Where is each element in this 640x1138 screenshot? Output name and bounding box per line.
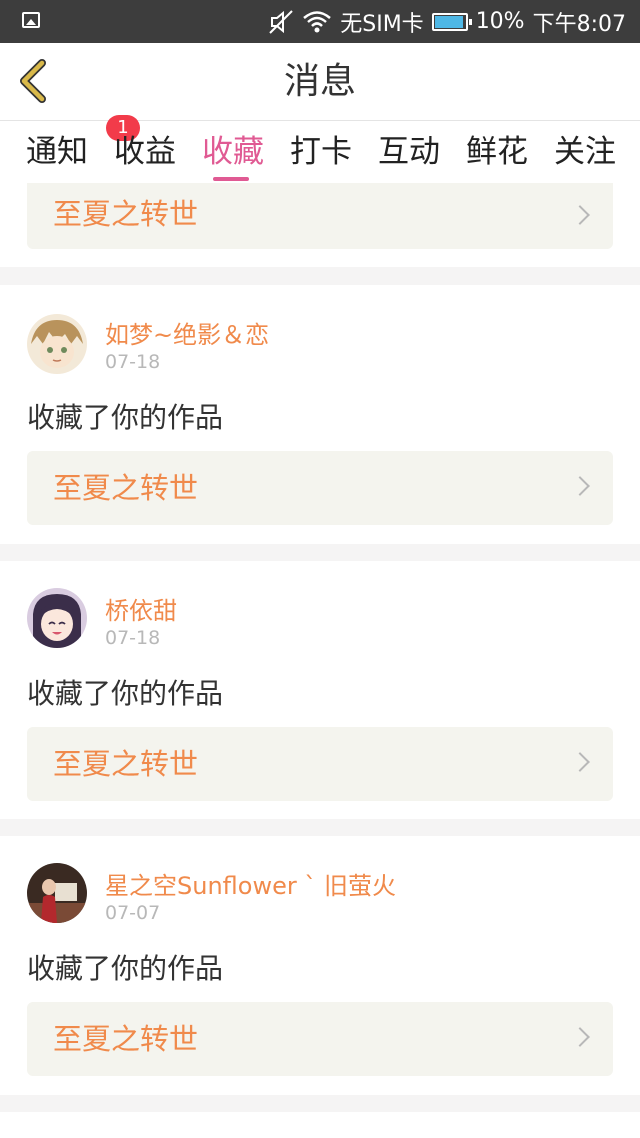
wifi-icon — [303, 10, 332, 32]
battery-icon — [431, 12, 472, 31]
no-sim-text: 无SIM卡 — [340, 11, 424, 37]
tab-checkin[interactable]: 打卡 — [290, 121, 352, 183]
username[interactable]: 如梦~绝影＆恋 — [105, 315, 269, 350]
active-tab-indicator — [213, 177, 249, 181]
tab-notifications[interactable]: 通知 1 — [26, 115, 140, 183]
username[interactable]: 桥依甜 — [105, 591, 177, 626]
tab-label: 互动 — [378, 134, 440, 170]
page-title: 消息 — [283, 61, 356, 102]
battery-percent: 10% — [475, 9, 525, 34]
work-link[interactable]: 至夏之转世 — [27, 727, 613, 801]
mute-icon — [269, 9, 293, 34]
timestamp: 07-18 — [105, 627, 161, 649]
tab-label: 关注 — [554, 134, 616, 170]
avatar[interactable] — [27, 314, 87, 374]
work-link[interactable]: 至夏之转世 — [27, 1002, 613, 1076]
action-text: 收藏了你的作品 — [27, 401, 224, 434]
clock: 下午8:07 — [532, 11, 626, 37]
chevron-right-icon — [570, 205, 590, 225]
tab-label: 收藏 — [202, 134, 264, 170]
chevron-right-icon — [570, 752, 590, 772]
message-card-partial: 至夏之转世 — [0, 183, 640, 267]
message-card-partial — [0, 1112, 640, 1138]
avatar[interactable] — [27, 863, 87, 923]
username[interactable]: 星之空Sunflower ˋ 旧萤火 — [105, 866, 396, 901]
avatar[interactable] — [27, 588, 87, 648]
work-title: 至夏之转世 — [53, 471, 199, 505]
timestamp: 07-18 — [105, 351, 161, 373]
work-link[interactable]: 至夏之转世 — [27, 183, 613, 249]
work-title: 至夏之转世 — [53, 747, 199, 781]
image-icon — [22, 12, 40, 28]
action-text: 收藏了你的作品 — [27, 952, 224, 985]
tab-label: 收益 — [114, 134, 176, 170]
tab-label: 打卡 — [290, 134, 352, 170]
message-card: 桥依甜 07-18 收藏了你的作品 至夏之转世 — [0, 561, 640, 819]
tab-label: 通知 — [26, 134, 88, 170]
work-link[interactable]: 至夏之转世 — [27, 451, 613, 525]
header-bar: 消息 — [0, 43, 640, 121]
chevron-right-icon — [570, 476, 590, 496]
chevron-right-icon — [570, 1027, 590, 1047]
message-card: 星之空Sunflower ˋ 旧萤火 07-07 收藏了你的作品 至夏之转世 — [0, 836, 640, 1095]
work-title: 至夏之转世 — [53, 197, 199, 231]
tab-bar: 通知 1 收益 收藏 打卡 互动 鲜花 关注 — [0, 115, 640, 183]
tab-label: 鲜花 — [466, 134, 528, 170]
tab-interaction[interactable]: 互动 — [378, 121, 440, 183]
tab-favorites[interactable]: 收藏 — [202, 121, 264, 183]
status-bar-right: 无SIM卡 10% 下午8:07 — [268, 0, 626, 43]
message-card: 如梦~绝影＆恋 07-18 收藏了你的作品 至夏之转世 — [0, 285, 640, 544]
tab-earnings[interactable]: 收益 — [114, 121, 176, 183]
timestamp: 07-07 — [105, 902, 161, 924]
action-text: 收藏了你的作品 — [27, 677, 224, 710]
status-bar: 无SIM卡 10% 下午8:07 — [0, 0, 640, 43]
work-title: 至夏之转世 — [53, 1022, 199, 1056]
tab-flowers[interactable]: 鲜花 — [466, 121, 528, 183]
tab-follow[interactable]: 关注 — [554, 121, 616, 183]
